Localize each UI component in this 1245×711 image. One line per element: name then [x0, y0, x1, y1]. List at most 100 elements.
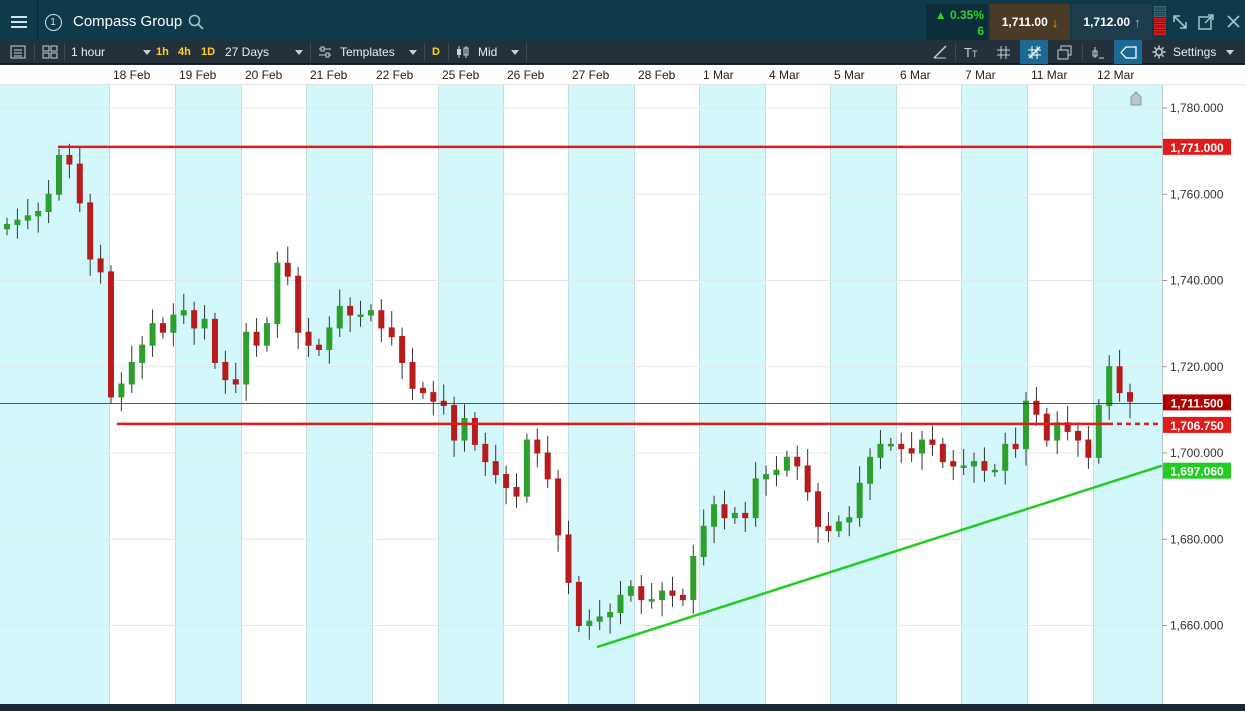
price-chart[interactable]: 1,780.000 1,760.000 1,740.000 1,720.000 1,70… — [0, 85, 1245, 704]
candle — [149, 309, 156, 357]
crosshair-tool-icon[interactable] — [1020, 40, 1048, 64]
date-tick-label: 19 Feb — [179, 68, 217, 82]
candle — [919, 431, 926, 470]
svg-text:1,706.750: 1,706.750 — [1170, 419, 1224, 433]
close-icon[interactable] — [1224, 12, 1244, 32]
menu-button[interactable] — [0, 0, 38, 44]
day-shade — [438, 85, 503, 704]
hamburger-icon — [10, 21, 27, 23]
candle — [690, 544, 697, 614]
copy-icon[interactable] — [1057, 40, 1072, 64]
candle — [638, 575, 645, 614]
price-tick-label: 1,760.000 — [1170, 187, 1224, 201]
candle — [211, 312, 218, 369]
chevron-down-icon — [511, 49, 520, 55]
candle — [1043, 407, 1050, 447]
candle — [55, 148, 62, 201]
layout-icon[interactable] — [42, 40, 58, 64]
candle — [939, 437, 946, 469]
candle — [263, 317, 270, 352]
candle — [378, 299, 385, 343]
interval-4h[interactable]: 4h — [178, 40, 191, 64]
date-tick-label: 21 Feb — [310, 68, 348, 82]
daily-badge[interactable]: D — [432, 40, 440, 64]
label-tool-icon[interactable] — [1114, 40, 1142, 64]
date-tick-label: 27 Feb — [572, 68, 610, 82]
sliders-icon — [319, 46, 331, 58]
popout-icon[interactable] — [1196, 12, 1216, 32]
date-tick-label: 6 Mar — [900, 68, 931, 82]
candle — [243, 323, 250, 401]
candle — [815, 482, 822, 544]
text-tool-icon[interactable]: TT — [964, 40, 977, 64]
price-tick-label: 1,660.000 — [1170, 619, 1224, 633]
candle — [1075, 422, 1082, 457]
candle — [409, 348, 416, 400]
price-tick-label: 1,740.000 — [1170, 274, 1224, 288]
candle — [534, 428, 541, 468]
candle — [679, 588, 686, 607]
down-arrow-icon: ↓ — [1051, 14, 1059, 30]
panel-number-button[interactable]: 1 — [39, 0, 67, 44]
instrument-name[interactable]: Compass Group — [73, 0, 182, 44]
candle — [544, 436, 551, 488]
candle — [783, 450, 790, 477]
support-price-tag: 1,706.750 — [1163, 416, 1231, 433]
candle — [898, 432, 905, 463]
chevron-down-icon — [143, 49, 152, 55]
title-bar: 1 Compass Group ▲ 0.35% 6 1,711.00 ↓ 1,71… — [0, 0, 1245, 44]
date-tick-label: 18 Feb — [113, 68, 151, 82]
chart-window: 1 Compass Group ▲ 0.35% 6 1,711.00 ↓ 1,71… — [0, 0, 1245, 711]
price-type-select[interactable]: Mid — [455, 40, 520, 64]
candle — [419, 381, 426, 400]
range-select[interactable]: 27 Days — [225, 40, 304, 64]
chevron-down-icon — [1226, 49, 1235, 55]
candle — [128, 345, 135, 394]
buy-button[interactable]: 1,712.00 ↑ — [1072, 4, 1152, 40]
candle — [908, 431, 915, 463]
svg-text:1,697.060: 1,697.060 — [1170, 465, 1224, 479]
candlestick-icon — [457, 46, 469, 58]
up-arrow-icon: ↑ — [1134, 14, 1141, 30]
candle — [295, 267, 302, 350]
interval-1h[interactable]: 1h — [156, 40, 169, 64]
date-tick-label: 5 Mar — [834, 68, 865, 82]
candle — [430, 380, 437, 416]
candle — [253, 318, 260, 357]
expand-icon[interactable] — [1170, 12, 1190, 32]
interval-1d[interactable]: 1D — [201, 40, 215, 64]
date-tick-label: 22 Feb — [376, 68, 414, 82]
day-shade — [175, 85, 241, 704]
search-icon[interactable] — [188, 14, 204, 30]
list-view-icon[interactable] — [10, 40, 26, 64]
candle — [513, 473, 520, 508]
market-depth-icon[interactable] — [1154, 6, 1166, 38]
candle — [284, 246, 291, 286]
buy-price: 1,712.00 — [1083, 15, 1131, 29]
candle — [159, 317, 166, 339]
change-points: 6 — [977, 24, 984, 38]
trendline-tool-icon[interactable] — [932, 40, 948, 64]
candle — [929, 425, 936, 457]
sell-button[interactable]: 1,711.00 ↓ — [990, 4, 1070, 40]
indicator-icon[interactable] — [1090, 40, 1105, 64]
candle — [388, 311, 395, 346]
settings-button[interactable]: Settings — [1152, 40, 1235, 64]
price-tick-label: 1,680.000 — [1170, 532, 1224, 546]
date-tick-label: 7 Mar — [965, 68, 996, 82]
date-tick-label: 11 Mar — [1031, 68, 1068, 82]
interval-select[interactable]: 1 hour — [71, 40, 152, 64]
change-percent: ▲ 0.35% — [934, 8, 984, 22]
templates-button[interactable]: Templates — [318, 40, 417, 64]
trendline-price-tag: 1,697.060 — [1163, 462, 1231, 479]
panel-number-icon: 1 — [44, 13, 62, 31]
price-change-box: ▲ 0.35% 6 — [926, 4, 988, 40]
date-tick-label: 4 Mar — [769, 68, 800, 82]
bottom-border — [0, 704, 1245, 711]
grid-icon[interactable] — [996, 40, 1011, 64]
candle — [523, 433, 530, 503]
chart-canvas[interactable]: 1,780.000 1,760.000 1,740.000 1,720.000 1,70… — [0, 85, 1245, 704]
date-tick-label: 1 Mar — [703, 68, 734, 82]
date-tick-label: 28 Feb — [638, 68, 676, 82]
candle — [659, 581, 666, 617]
